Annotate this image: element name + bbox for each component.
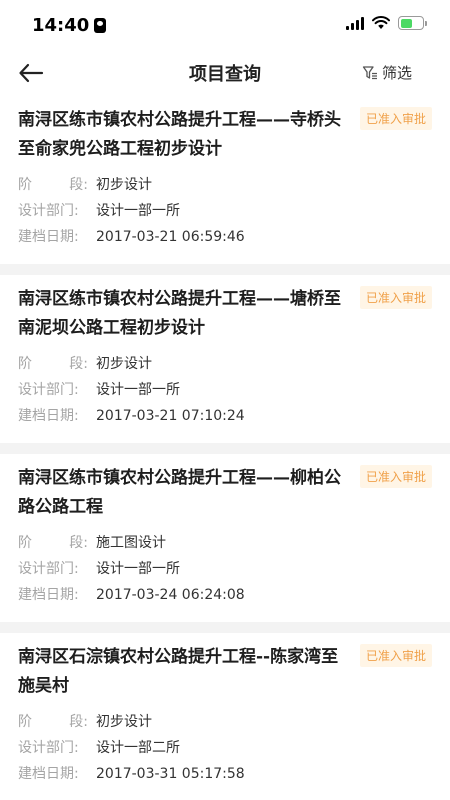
status-icons	[346, 16, 427, 30]
stage-value: 施工图设计	[96, 535, 166, 551]
project-info: 阶段: 初步设计 设计部门: 设计一部一所 建档日期: 2017-03-21 0…	[18, 172, 432, 250]
person-icon	[94, 17, 107, 33]
created-row: 建档日期: 2017-03-31 05:17:58	[18, 761, 432, 787]
created-value: 2017-03-21 07:10:24	[96, 408, 245, 424]
stage-value: 初步设计	[96, 714, 152, 730]
project-info: 阶段: 施工图设计 设计部门: 设计一部一所 建档日期: 2017-03-24 …	[18, 530, 432, 608]
filter-label: 筛选	[381, 64, 412, 82]
project-card[interactable]: 南浔区石淙镇农村公路提升工程--陈家湾至施吴村 已准入审批 阶段: 初步设计 设…	[0, 633, 450, 800]
stage-row: 阶段: 初步设计	[18, 709, 432, 735]
department-label: 设计部门:	[18, 740, 79, 756]
created-value: 2017-03-24 06:24:08	[96, 587, 245, 603]
department-row: 设计部门: 设计一部一所	[18, 556, 432, 582]
filter-button[interactable]: 筛选	[362, 62, 412, 83]
department-row: 设计部门: 设计一部一所	[18, 198, 432, 224]
created-row: 建档日期: 2017-03-24 06:24:08	[18, 582, 432, 608]
wifi-icon	[372, 16, 390, 29]
created-label: 建档日期:	[18, 587, 79, 603]
project-card[interactable]: 南浔区练市镇农村公路提升工程——柳柏公路公路工程 已准入审批 阶段: 施工图设计…	[0, 454, 450, 622]
department-label: 设计部门:	[18, 203, 79, 219]
back-button[interactable]	[18, 60, 46, 86]
project-card[interactable]: 南浔区练市镇农村公路提升工程——塘桥至南泥坝公路工程初步设计 已准入审批 阶段:…	[0, 275, 450, 443]
stage-label: 阶段:	[18, 535, 88, 551]
status-badge: 已准入审批	[359, 286, 432, 309]
department-row: 设计部门: 设计一部二所	[18, 735, 432, 761]
department-label: 设计部门:	[18, 561, 79, 577]
status-time: 14:40	[32, 14, 107, 36]
stage-label: 阶段:	[18, 177, 88, 193]
status-bar: 14:40	[0, 0, 450, 50]
project-title: 南浔区石淙镇农村公路提升工程--陈家湾至施吴村	[18, 647, 339, 696]
app-screen: 14:40 项目查询 筛选 南浔区练市镇农村公路提升工程——寺桥头至俞家兜公路工…	[0, 0, 450, 800]
stage-value: 初步设计	[96, 356, 152, 372]
filter-icon	[362, 65, 377, 79]
battery-icon	[398, 16, 427, 30]
created-row: 建档日期: 2017-03-21 06:59:46	[18, 224, 432, 250]
cellular-signal-icon	[346, 16, 364, 30]
created-label: 建档日期:	[18, 766, 79, 782]
department-row: 设计部门: 设计一部一所	[18, 377, 432, 403]
nav-bar: 项目查询 筛选	[0, 50, 450, 96]
project-title: 南浔区练市镇农村公路提升工程——塘桥至南泥坝公路工程初步设计	[18, 289, 341, 338]
project-info: 阶段: 初步设计 设计部门: 设计一部一所 建档日期: 2017-03-21 0…	[18, 351, 432, 429]
status-badge: 已准入审批	[359, 107, 432, 130]
stage-row: 阶段: 初步设计	[18, 172, 432, 198]
stage-label: 阶段:	[18, 356, 88, 372]
project-card[interactable]: 南浔区练市镇农村公路提升工程——寺桥头至俞家兜公路工程初步设计 已准入审批 阶段…	[0, 96, 450, 264]
status-badge: 已准入审批	[359, 465, 432, 488]
created-value: 2017-03-21 06:59:46	[96, 229, 245, 245]
project-info: 阶段: 初步设计 设计部门: 设计一部二所 建档日期: 2017-03-31 0…	[18, 709, 432, 787]
project-title: 南浔区练市镇农村公路提升工程——柳柏公路公路工程	[18, 468, 341, 517]
department-value: 设计一部一所	[96, 203, 180, 219]
page-title: 项目查询	[189, 64, 261, 85]
department-value: 设计一部一所	[96, 382, 180, 398]
stage-row: 阶段: 施工图设计	[18, 530, 432, 556]
status-badge: 已准入审批	[359, 644, 432, 667]
stage-value: 初步设计	[96, 177, 152, 193]
created-label: 建档日期:	[18, 229, 79, 245]
arrow-left-icon	[19, 63, 44, 83]
project-list: 南浔区练市镇农村公路提升工程——寺桥头至俞家兜公路工程初步设计 已准入审批 阶段…	[0, 96, 450, 800]
created-row: 建档日期: 2017-03-21 07:10:24	[18, 403, 432, 429]
stage-row: 阶段: 初步设计	[18, 351, 432, 377]
stage-label: 阶段:	[18, 714, 88, 730]
project-title: 南浔区练市镇农村公路提升工程——寺桥头至俞家兜公路工程初步设计	[18, 110, 341, 159]
department-label: 设计部门:	[18, 382, 79, 398]
created-label: 建档日期:	[18, 408, 79, 424]
department-value: 设计一部一所	[96, 561, 180, 577]
battery-level-fill	[400, 18, 413, 28]
created-value: 2017-03-31 05:17:58	[96, 766, 245, 782]
time-text: 14:40	[32, 14, 90, 36]
department-value: 设计一部二所	[96, 740, 180, 756]
